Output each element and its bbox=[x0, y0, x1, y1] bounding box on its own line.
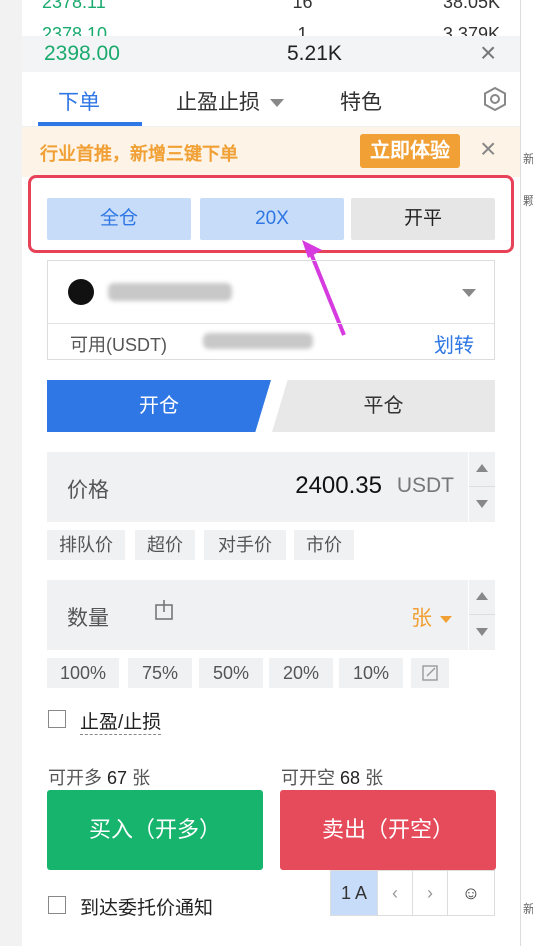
right-edge-char: 新 bbox=[523, 152, 533, 166]
open-close-mode-button[interactable]: 开平 bbox=[351, 198, 495, 240]
notify-label: 到达委托价通知 bbox=[80, 898, 214, 919]
quantity-stepper[interactable] bbox=[469, 580, 495, 650]
price-input[interactable]: 价格 2400.35 USDT bbox=[47, 452, 468, 522]
edit-icon bbox=[422, 665, 438, 681]
row-price: 2378.11 bbox=[42, 0, 106, 12]
close-icon[interactable]: × bbox=[480, 133, 496, 165]
blurred-account-name bbox=[108, 283, 232, 301]
order-book-row: 2378.11 16 38.05K bbox=[42, 0, 500, 14]
close-icon[interactable]: × bbox=[480, 38, 496, 68]
price-type-queue[interactable]: 排队价 bbox=[47, 530, 125, 560]
increment-icon[interactable] bbox=[476, 464, 488, 472]
percent-chip[interactable]: 75% bbox=[128, 658, 192, 688]
can-short-prefix: 可开空 bbox=[281, 768, 335, 788]
edit-percent-button[interactable] bbox=[411, 658, 449, 688]
chevron-down-icon bbox=[270, 99, 284, 108]
quantity-input[interactable]: 数量 张 bbox=[47, 580, 468, 650]
right-edge-char: 新 bbox=[523, 902, 533, 916]
try-now-button[interactable]: 立即体验 bbox=[360, 134, 460, 168]
lock-icon[interactable] bbox=[155, 600, 173, 620]
percent-chip[interactable]: 50% bbox=[199, 658, 263, 688]
can-short-value: 68 bbox=[340, 768, 361, 788]
chevron-right-icon[interactable]: › bbox=[413, 871, 448, 915]
can-open-long: 可开多 67 张 bbox=[48, 764, 150, 790]
promo-text: 行业首推，新增三键下单 bbox=[40, 144, 238, 164]
buy-long-button[interactable]: 买入（开多） bbox=[47, 790, 263, 870]
price-stepper[interactable] bbox=[469, 452, 495, 522]
margin-mode-button[interactable]: 全仓 bbox=[47, 198, 191, 240]
price-value[interactable]: 2400.35 bbox=[295, 472, 382, 500]
tab-order[interactable]: 下单 bbox=[58, 86, 100, 116]
price-type-counterparty[interactable]: 对手价 bbox=[204, 530, 286, 560]
page-controls: 1 A ‹ › ☺ bbox=[330, 870, 495, 916]
price-label: 价格 bbox=[67, 479, 109, 502]
last-price: 2398.00 bbox=[44, 42, 120, 65]
divider bbox=[48, 323, 494, 324]
sell-short-button[interactable]: 卖出（开空） bbox=[280, 790, 496, 870]
percent-chip[interactable]: 100% bbox=[47, 658, 119, 688]
right-edge-column: 新 颗 新 bbox=[520, 0, 533, 946]
emoji-icon[interactable]: ☺ bbox=[448, 871, 494, 915]
order-book-row: 2378.10 1 3.379K bbox=[42, 24, 500, 36]
can-long-suffix: 张 bbox=[132, 768, 151, 788]
notify-checkbox[interactable] bbox=[48, 896, 66, 914]
percent-chip[interactable]: 10% bbox=[339, 658, 403, 688]
chevron-down-icon[interactable] bbox=[462, 289, 476, 297]
can-long-value: 67 bbox=[107, 768, 128, 788]
chevron-down-icon bbox=[440, 615, 452, 623]
leverage-button[interactable]: 20X bbox=[200, 198, 344, 240]
open-position-tab[interactable]: 开仓 bbox=[47, 380, 271, 432]
promo-banner: 行业首推，新增三键下单 立即体验 × bbox=[22, 127, 520, 177]
tp-sl-label[interactable]: 止盈/止损 bbox=[80, 707, 162, 735]
row-total: 38.05K bbox=[442, 0, 500, 12]
active-tab-underline bbox=[38, 122, 142, 126]
page-indicator[interactable]: 1 A bbox=[331, 871, 378, 915]
settings-hexagon-icon[interactable] bbox=[482, 86, 508, 112]
row-qty: 1 bbox=[297, 24, 308, 36]
order-book-strip: 2378.11 16 38.05K 2378.10 1 3.379K bbox=[22, 0, 520, 36]
decrement-icon[interactable] bbox=[476, 500, 488, 508]
quantity-label: 数量 bbox=[67, 607, 109, 630]
tab-tp-sl-label: 止盈止损 bbox=[176, 91, 260, 114]
row-price: 2378.10 bbox=[42, 24, 108, 36]
close-position-tab[interactable]: 平仓 bbox=[272, 380, 495, 432]
order-panel: 2398.00 5.21K × 下单 止盈止损 特色 行业首推，新增三键下单 立… bbox=[22, 36, 520, 946]
volume: 5.21K bbox=[287, 42, 342, 65]
decrement-icon[interactable] bbox=[476, 628, 488, 636]
order-tabs: 下单 止盈止损 特色 bbox=[22, 72, 520, 127]
can-short-suffix: 张 bbox=[365, 768, 384, 788]
chevron-left-icon[interactable]: ‹ bbox=[378, 871, 413, 915]
row-total: 3.379K bbox=[442, 24, 500, 36]
quantity-unit-select[interactable]: 张 bbox=[411, 602, 452, 632]
tab-tp-sl[interactable]: 止盈止损 bbox=[176, 86, 284, 116]
price-unit: USDT bbox=[396, 474, 454, 497]
percent-chip[interactable]: 20% bbox=[269, 658, 333, 688]
price-type-over[interactable]: 超价 bbox=[135, 530, 195, 560]
available-label: 可用(USDT) bbox=[70, 335, 167, 355]
divider bbox=[469, 486, 495, 487]
divider bbox=[469, 614, 495, 615]
row-qty: 16 bbox=[292, 0, 313, 12]
can-long-prefix: 可开多 bbox=[48, 768, 102, 788]
tab-special[interactable]: 特色 bbox=[340, 86, 382, 116]
account-selector[interactable]: 可用(USDT) 划转 bbox=[47, 260, 495, 360]
price-type-market[interactable]: 市价 bbox=[294, 530, 354, 560]
right-edge-char: 颗 bbox=[523, 194, 533, 208]
transfer-link[interactable]: 划转 bbox=[434, 329, 474, 358]
can-open-short: 可开空 68 张 bbox=[281, 764, 383, 790]
coin-icon bbox=[68, 279, 94, 305]
tp-sl-checkbox[interactable] bbox=[48, 710, 66, 728]
quantity-unit: 张 bbox=[411, 607, 432, 630]
blurred-balance bbox=[203, 333, 313, 349]
increment-icon[interactable] bbox=[476, 592, 488, 600]
panel-header: 2398.00 5.21K × bbox=[22, 36, 520, 72]
